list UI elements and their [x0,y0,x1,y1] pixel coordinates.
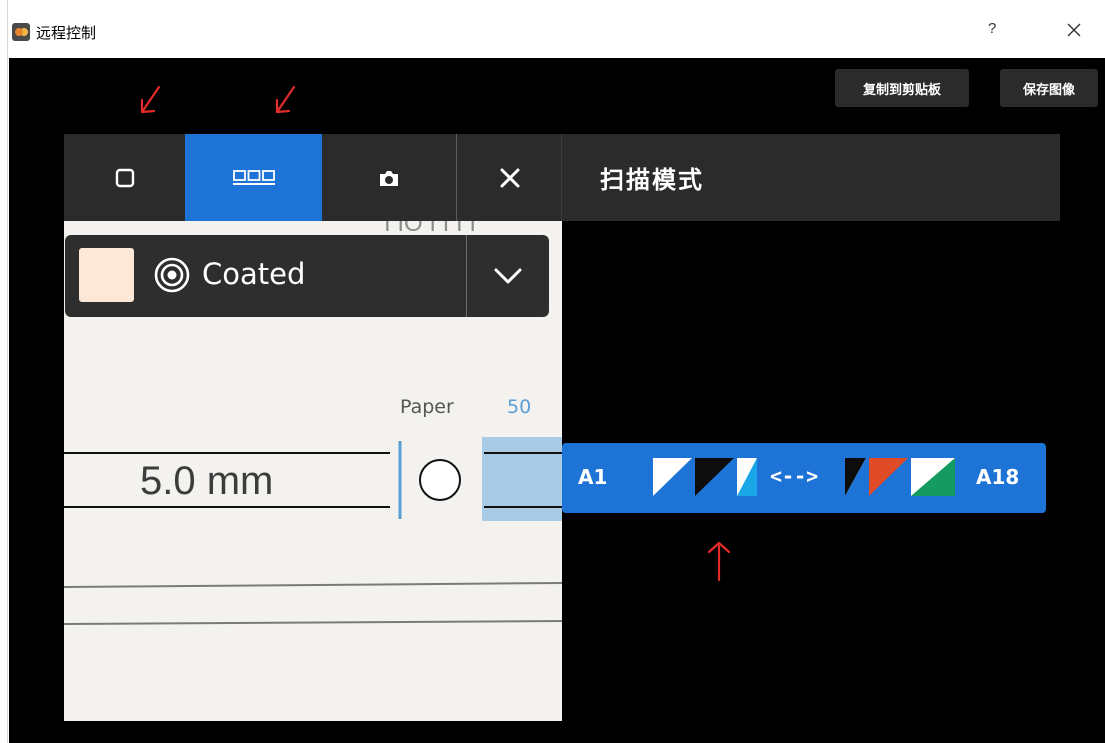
multi-mode-button[interactable] [185,134,322,221]
app-logo-icon [12,23,30,41]
copy-to-clipboard-button[interactable]: 复制到剪贴板 [835,69,969,107]
color-swatch [79,248,134,302]
range-start-label: A1 [578,465,608,489]
save-image-button[interactable]: 保存图像 [1000,69,1098,107]
reading-range-bar[interactable]: A1 <--> A18 [562,443,1046,513]
device-toolbar [64,134,562,221]
strip-icon [232,169,275,185]
annotation-arrow [140,85,161,114]
window-title: 远程控制 [36,24,97,42]
measurement-text: 5.0 mm [140,459,274,503]
target-icon [154,257,190,293]
window-border [0,0,8,743]
material-label: Coated [202,257,306,291]
annotation-arrow [275,85,296,114]
paper-label: Paper [400,396,454,418]
device-screen: I IO I I I I Paper 50 5.0 mm 扫描模式 Coated… [64,134,1060,721]
paper-value: 50 [507,396,532,418]
window-titlebar: 远程控制 ? [0,0,1105,58]
mode-header: 扫描模式 [562,134,1060,221]
x-icon [500,168,519,187]
mode-title: 扫描模式 [600,166,704,194]
camera-button[interactable] [322,134,457,221]
single-mode-button[interactable] [64,134,185,221]
close-icon[interactable] [1060,16,1088,44]
range-end-label: A18 [976,465,1020,489]
color-patches-start [653,458,757,496]
help-button[interactable]: ? [988,20,996,37]
camera-icon [380,170,398,186]
square-icon [115,168,134,187]
chevron-down-icon[interactable] [467,235,549,317]
material-selector[interactable]: Coated [65,235,549,317]
range-separator: <--> [770,464,819,488]
color-patches-end [845,458,955,496]
remote-screen[interactable]: 复制到剪贴板 保存图像 I IO I I I I Paper 50 5.0 mm… [9,58,1105,743]
close-mode-button[interactable] [458,134,562,221]
